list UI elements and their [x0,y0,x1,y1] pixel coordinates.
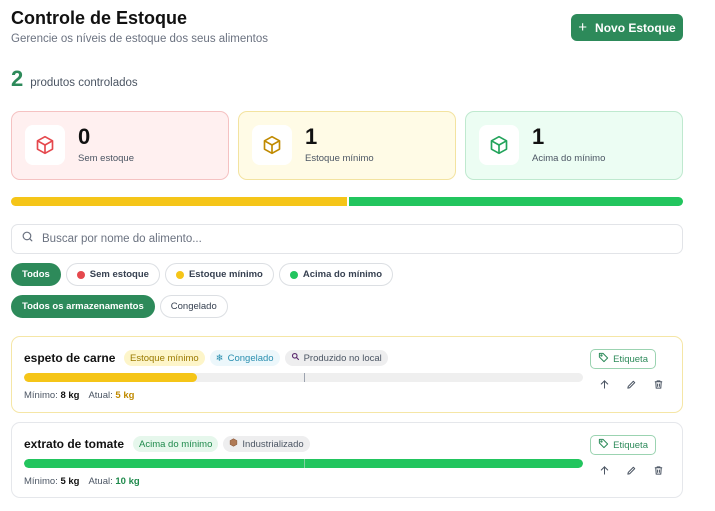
minimum-info: Mínimo: 8 kg [24,390,79,401]
stat-value: 1 [532,124,545,149]
origin-badge: Produzido no local [284,350,388,366]
filter-label: Todos os armazenamentos [22,301,144,312]
new-stock-button[interactable]: + Novo Estoque [571,14,683,41]
status-badge: Acima do mínimo [133,436,219,452]
box-icon [252,125,292,165]
minimum-label: Mínimo: [24,476,58,487]
stock-level-bar [24,459,583,468]
current-info: Atual: 5 kg [88,390,134,401]
filter-frozen[interactable]: Congelado [159,295,228,318]
item-meta: Mínimo: 8 kg Atual: 5 kg [24,390,134,401]
plus-icon: + [578,18,588,36]
box-icon [25,125,65,165]
label-button-text: Etiqueta [613,439,648,451]
tag-icon [598,352,609,366]
filter-all-storage[interactable]: Todos os armazenamentos [11,295,155,318]
products-count: 2 produtos controlados [11,66,138,92]
stock-item-card: extrato de tomate Acima do mínimo Indust… [11,422,683,498]
current-info: Atual: 10 kg [88,476,139,487]
filter-label: Sem estoque [89,269,149,280]
filter-label: Estoque mínimo [188,269,263,280]
minimum-value: 5 kg [60,476,80,487]
current-label: Atual: [88,476,113,487]
current-value: 10 kg [115,476,140,487]
distribution-minimum-segment [11,197,347,206]
stock-level-fill [24,373,198,382]
minimum-marker [303,373,305,382]
stat-card-out-of-stock: 0 Sem estoque [11,111,229,180]
origin-badge-label: Industrializado [242,438,304,450]
package-icon [229,438,238,450]
search-icon [21,230,34,248]
status-badge: Estoque mínimo [124,350,205,366]
red-dot-icon [76,270,85,279]
edit-icon[interactable] [625,464,638,477]
stats-cards: 0 Sem estoque 1 Estoque mínimo 1 Acima d… [11,111,683,180]
stock-level-bar [24,373,583,382]
search-input[interactable] [42,233,642,245]
current-label: Atual: [88,390,113,401]
products-count-number: 2 [11,66,24,91]
item-meta: Mínimo: 5 kg Atual: 10 kg [24,476,140,487]
item-name: espeto de carne [24,351,116,365]
arrow-up-icon[interactable] [598,464,611,477]
box-icon [479,125,519,165]
arrow-up-icon[interactable] [598,378,611,391]
distribution-above-segment [349,197,683,206]
label-button[interactable]: Etiqueta [590,435,656,455]
item-badges: Estoque mínimo ❄ Congelado Produzido no … [124,350,388,366]
filter-all[interactable]: Todos [11,263,61,286]
minimum-marker [303,459,305,468]
minimum-label: Mínimo: [24,390,58,401]
stock-item-card: espeto de carne Estoque mínimo ❄ Congela… [11,336,683,413]
filter-above-minimum[interactable]: Acima do mínimo [278,263,394,286]
label-button-text: Etiqueta [613,353,648,365]
snowflake-icon: ❄ [215,352,224,364]
stat-label: Sem estoque [78,153,134,164]
item-actions [598,464,665,477]
status-filters: Todos Sem estoque Estoque mínimo Acima d… [11,263,394,286]
stat-card-minimum: 1 Estoque mínimo [238,111,456,180]
item-name: extrato de tomate [24,437,125,451]
tag-icon [598,438,609,452]
status-badge-label: Estoque mínimo [130,352,199,364]
stat-label: Acima do mínimo [532,153,606,164]
filter-label: Todos [22,269,50,280]
stat-value: 0 [78,124,91,149]
status-badge-label: Acima do mínimo [139,438,213,450]
item-badges: Acima do mínimo Industrializado [133,436,310,452]
stat-value: 1 [305,124,318,149]
yellow-dot-icon [175,270,184,279]
storage-badge-label: Congelado [227,352,274,364]
minimum-info: Mínimo: 5 kg [24,476,79,487]
stock-distribution-bar [11,197,683,206]
label-button[interactable]: Etiqueta [590,349,656,369]
products-count-label: produtos controlados [30,77,138,89]
origin-badge-label: Produzido no local [303,352,382,364]
storage-badge: ❄ Congelado [209,350,280,366]
stat-label: Estoque mínimo [305,153,374,164]
new-stock-button-label: Novo Estoque [595,20,676,35]
filter-label: Congelado [170,301,217,312]
filter-out-of-stock[interactable]: Sem estoque [65,263,160,286]
search-box[interactable] [11,224,683,254]
search-icon [291,352,300,364]
minimum-value: 8 kg [60,390,80,401]
filter-label: Acima do mínimo [302,269,383,280]
green-dot-icon [289,270,298,279]
edit-icon[interactable] [625,378,638,391]
page-header: Controle de Estoque Gerencie os níveis d… [11,8,683,48]
stat-card-above-minimum: 1 Acima do mínimo [465,111,683,180]
storage-filters: Todos os armazenamentos Congelado [11,295,228,318]
item-actions [598,378,665,391]
trash-icon[interactable] [652,378,665,391]
trash-icon[interactable] [652,464,665,477]
origin-badge: Industrializado [223,436,310,452]
current-value: 5 kg [115,390,135,401]
filter-minimum[interactable]: Estoque mínimo [164,263,274,286]
